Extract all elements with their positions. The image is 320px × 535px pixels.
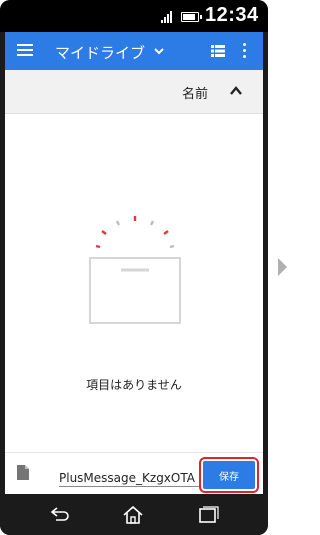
empty-folder-icon [89, 216, 181, 324]
recent-apps-icon[interactable] [197, 506, 219, 524]
battery-icon [181, 12, 202, 22]
save-bar: 保存 [5, 452, 263, 494]
signal-icon [161, 11, 172, 23]
home-icon[interactable] [122, 506, 144, 524]
more-vert-icon[interactable] [243, 43, 247, 59]
empty-message: 項目はありません [86, 378, 182, 392]
phone-frame: 12:34 マイドライブ 名前 項目はありません PlusMessage_Kzg… [0, 0, 268, 535]
next-arrow-icon [278, 258, 287, 276]
sort-label[interactable]: 名前 [182, 83, 208, 102]
list-view-icon[interactable] [211, 44, 225, 58]
file-icon [17, 465, 29, 480]
status-bar: 12:34 [0, 0, 268, 32]
sort-bar: 名前 [5, 70, 263, 114]
navigation-bar [0, 494, 268, 535]
app-title[interactable]: マイドライブ [55, 42, 145, 63]
back-icon[interactable] [49, 506, 71, 524]
chevron-down-icon[interactable] [153, 45, 165, 57]
filename-input[interactable] [59, 469, 199, 487]
chevron-up-icon[interactable] [229, 84, 243, 98]
app-screen: マイドライブ 名前 項目はありません PlusMessage_KzgxOTA 保… [5, 32, 263, 494]
save-button[interactable]: 保存 [199, 457, 259, 493]
app-bar: マイドライブ [5, 32, 263, 70]
status-time: 12:34 [205, 4, 259, 26]
menu-icon[interactable] [17, 44, 33, 58]
